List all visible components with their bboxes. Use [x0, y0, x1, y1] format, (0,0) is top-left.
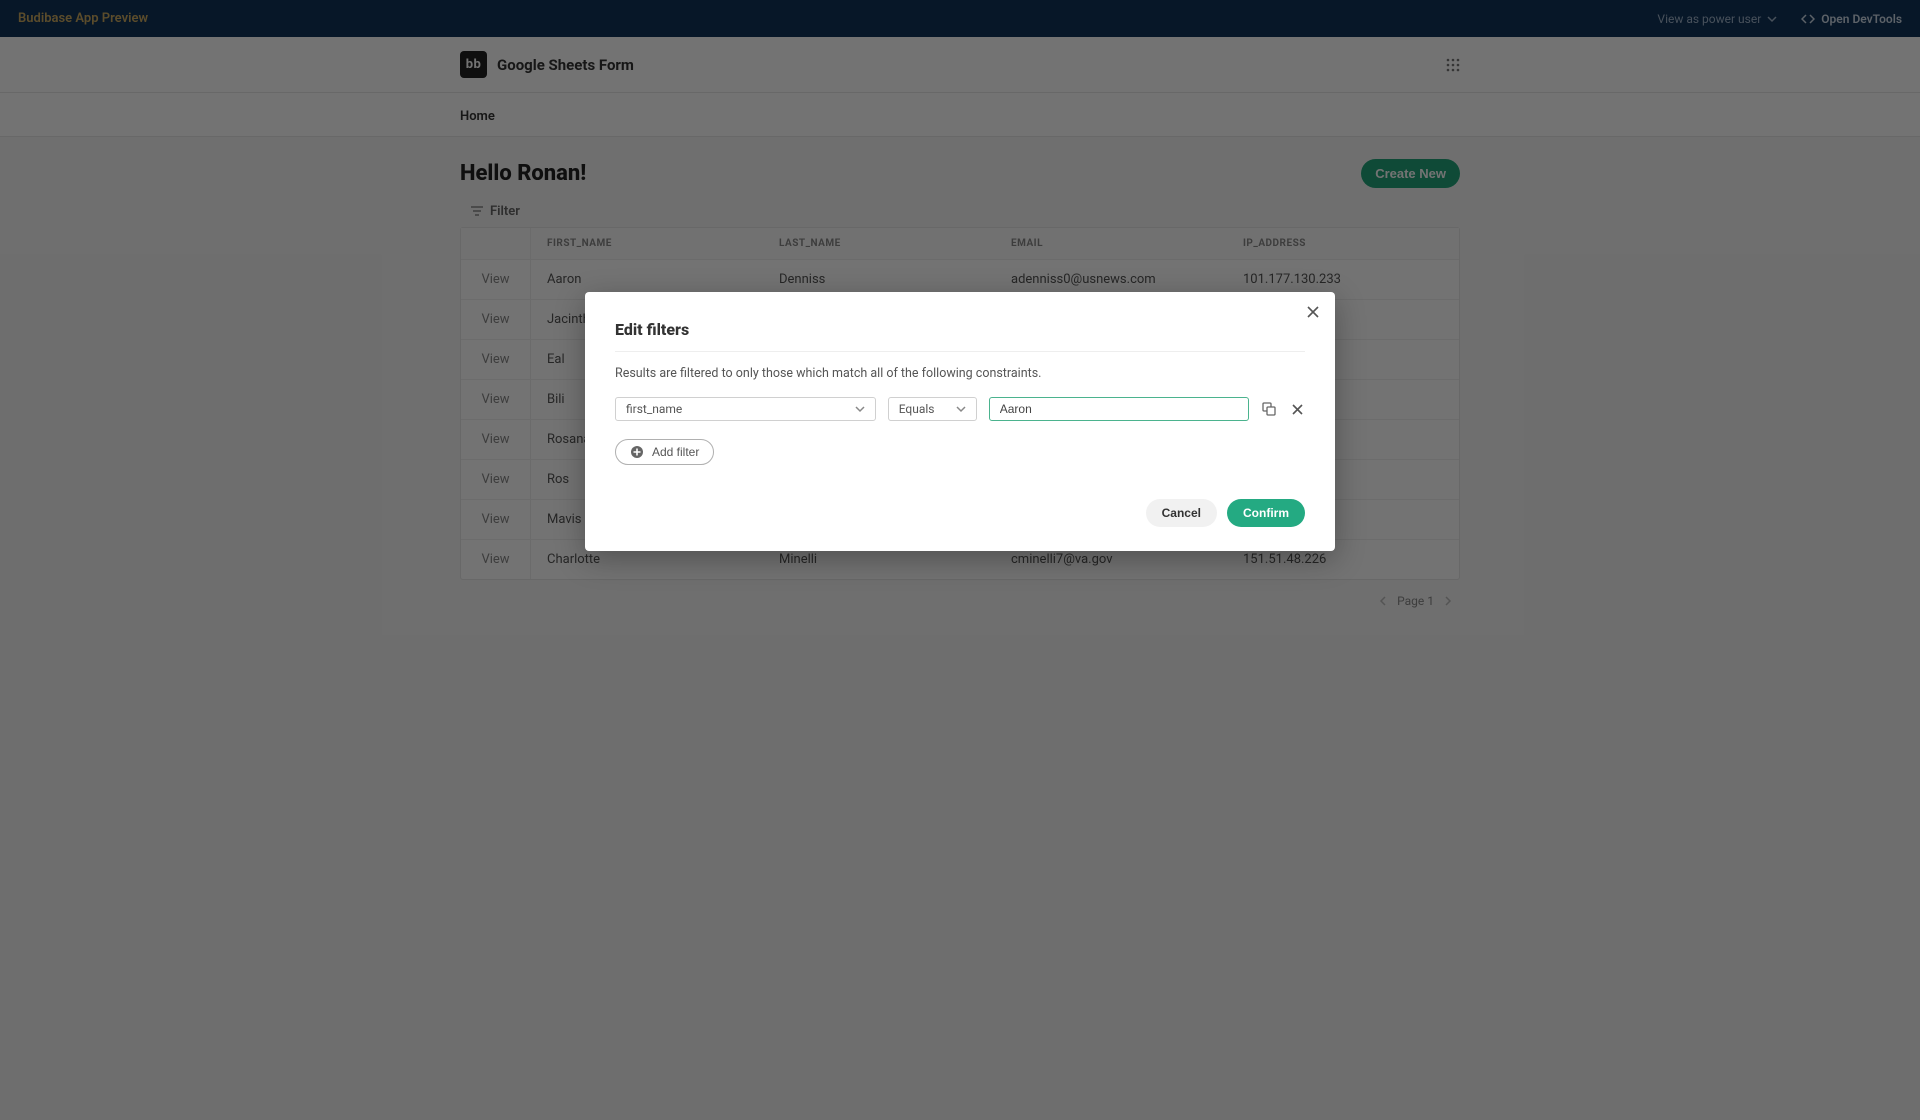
filter-operator-value: Equals [899, 402, 935, 416]
plus-circle-icon [630, 445, 644, 459]
filter-value-input[interactable] [1000, 402, 1239, 416]
close-icon [1307, 306, 1319, 318]
filter-operator-select[interactable]: Equals [888, 397, 977, 421]
add-filter-label: Add filter [652, 445, 699, 459]
filter-field-value: first_name [626, 402, 682, 416]
binding-icon [1262, 402, 1276, 416]
modal-title: Edit filters [615, 320, 1305, 352]
chevron-down-icon [956, 404, 966, 414]
modal-close-button[interactable] [1307, 306, 1319, 318]
filter-row-1: first_name Equals [615, 397, 1305, 421]
cancel-button[interactable]: Cancel [1146, 499, 1217, 527]
filter-binding-button[interactable] [1261, 401, 1277, 417]
modal-description: Results are filtered to only those which… [615, 366, 1305, 381]
chevron-down-icon [855, 404, 865, 414]
edit-filters-modal: Edit filters Results are filtered to onl… [585, 292, 1335, 551]
modal-overlay[interactable]: Edit filters Results are filtered to onl… [0, 0, 1920, 1120]
close-icon [1292, 404, 1303, 415]
confirm-button[interactable]: Confirm [1227, 499, 1305, 527]
filter-remove-button[interactable] [1289, 401, 1305, 417]
filter-value-input-wrapper [989, 397, 1250, 421]
filter-field-select[interactable]: first_name [615, 397, 876, 421]
add-filter-button[interactable]: Add filter [615, 439, 714, 465]
